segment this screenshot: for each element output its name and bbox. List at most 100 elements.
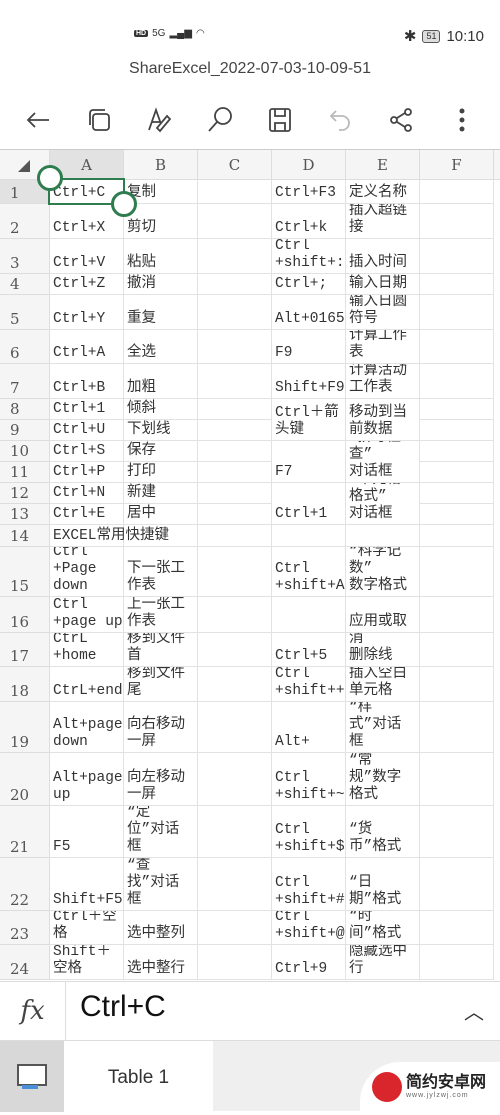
cell-d3[interactable]: Ctrl +shift+: — [272, 239, 346, 274]
cell-e7[interactable]: 计算活动 工作表 — [346, 364, 420, 399]
cell-f12[interactable] — [420, 483, 494, 504]
cell-b20[interactable]: 向左移动 一屏 — [124, 753, 198, 806]
undo-icon[interactable] — [321, 100, 361, 140]
row-header-21[interactable]: 21 — [0, 806, 50, 858]
cell-c16[interactable] — [198, 597, 272, 633]
cell-a6[interactable]: Ctrl+A — [50, 330, 124, 364]
row-header-10[interactable]: 10 — [0, 441, 50, 462]
cell-c23[interactable] — [198, 911, 272, 945]
cell-e15[interactable]: “科学记 数” 数字格式 — [346, 547, 420, 597]
cell-e4[interactable]: 输入日期 — [346, 274, 420, 295]
cell-a18[interactable]: CtrL+end — [50, 667, 124, 702]
formula-input[interactable]: Ctrl+C — [80, 990, 166, 1024]
cell-e12[interactable]: “单元格 格式” 对话框 — [346, 483, 420, 525]
row-header-9[interactable]: 9 — [0, 420, 50, 441]
cell-f22[interactable] — [420, 858, 494, 911]
cell-c11[interactable] — [198, 462, 272, 483]
cell-a5[interactable]: Ctrl+Y — [50, 295, 124, 330]
cell-b17[interactable]: 移到文件 首 — [124, 633, 198, 667]
cell-d12[interactable]: Ctrl+1 — [272, 483, 346, 525]
cell-c10[interactable] — [198, 441, 272, 462]
cell-b15[interactable]: 下一张工 作表 — [124, 547, 198, 597]
cell-f17[interactable] — [420, 633, 494, 667]
cell-e23[interactable]: “时 间”格式 — [346, 911, 420, 945]
cell-c8[interactable] — [198, 399, 272, 420]
chevron-up-icon[interactable]: ︿ — [464, 996, 484, 1025]
cell-f3[interactable] — [420, 239, 494, 274]
sheet-list-icon[interactable] — [0, 1041, 64, 1112]
row-header-3[interactable]: 3 — [0, 239, 50, 274]
column-header-e[interactable]: E — [346, 150, 420, 180]
cell-b4[interactable]: 撤消 — [124, 274, 198, 295]
edit-icon[interactable] — [139, 100, 179, 140]
row-header-13[interactable]: 13 — [0, 504, 50, 525]
cell-e1[interactable]: 定义名称 — [346, 180, 420, 204]
column-header-b[interactable]: B — [124, 150, 198, 180]
cell-b21[interactable]: “定 位”对话 框 — [124, 806, 198, 858]
fx-icon[interactable]: fx — [0, 982, 66, 1040]
cell-a4[interactable]: Ctrl+Z — [50, 274, 124, 295]
copy-icon[interactable] — [79, 100, 119, 140]
selection-handle-end[interactable] — [111, 191, 137, 217]
cell-b5[interactable]: 重复 — [124, 295, 198, 330]
cell-e16[interactable]: 应用或取 — [346, 597, 420, 633]
cell-d4[interactable]: Ctrl+; — [272, 274, 346, 295]
selection-handle-start[interactable] — [37, 165, 63, 191]
cell-d16[interactable] — [272, 597, 346, 633]
cell-f19[interactable] — [420, 702, 494, 753]
cell-b9[interactable]: 下划线 — [124, 420, 198, 441]
cell-f5[interactable] — [420, 295, 494, 330]
cell-a17[interactable]: CtrL +home — [50, 633, 124, 667]
row-header-18[interactable]: 18 — [0, 667, 50, 702]
row-header-8[interactable]: 8 — [0, 399, 50, 420]
cell-a15[interactable]: Ctrl +Page down — [50, 547, 124, 597]
row-header-16[interactable]: 16 — [0, 597, 50, 633]
cell-b22[interactable]: “查 找”对话 框 — [124, 858, 198, 911]
cell-e2[interactable]: 插入超链 接 — [346, 204, 420, 239]
cell-b13[interactable]: 居中 — [124, 504, 198, 525]
row-header-14[interactable]: 14 — [0, 525, 50, 547]
row-header-7[interactable]: 7 — [0, 364, 50, 399]
cell-a13[interactable]: Ctrl+E — [50, 504, 124, 525]
cell-d6[interactable]: F9 — [272, 330, 346, 364]
row-header-23[interactable]: 23 — [0, 911, 50, 945]
cell-d21[interactable]: Ctrl +shift+$ — [272, 806, 346, 858]
cell-e21[interactable]: “货 币”格式 — [346, 806, 420, 858]
share-icon[interactable] — [381, 100, 421, 140]
cell-e3[interactable]: 插入时间 — [346, 239, 420, 274]
cell-e17[interactable]: 消 删除线 — [346, 633, 420, 667]
cell-e10[interactable]: “拼写检 查” 对话框 — [346, 441, 420, 483]
cell-c9[interactable] — [198, 420, 272, 441]
row-header-12[interactable]: 12 — [0, 483, 50, 504]
cell-b18[interactable]: 移到文件 尾 — [124, 667, 198, 702]
row-header-17[interactable]: 17 — [0, 633, 50, 667]
cell-a3[interactable]: Ctrl+V — [50, 239, 124, 274]
cell-a21[interactable]: F5 — [50, 806, 124, 858]
row-header-6[interactable]: 6 — [0, 330, 50, 364]
cell-a23[interactable]: Ctrl＋空 格 — [50, 911, 124, 945]
cell-b10[interactable]: 保存 — [124, 441, 198, 462]
cell-d23[interactable]: Ctrl +shift+@ — [272, 911, 346, 945]
cell-d2[interactable]: Ctrl+k — [272, 204, 346, 239]
spreadsheet-grid[interactable]: A B C D E F 1 Ctrl+C 复制 Ctrl+F3 定义名称 2 Ctrl+X 剪切 Ctrl+… — [0, 149, 500, 981]
cell-f10[interactable] — [420, 441, 494, 462]
cell-f2[interactable] — [420, 204, 494, 239]
cell-c13[interactable] — [198, 504, 272, 525]
cell-a11[interactable]: Ctrl+P — [50, 462, 124, 483]
cell-c15[interactable] — [198, 547, 272, 597]
cell-f24[interactable] — [420, 945, 494, 980]
cell-d22[interactable]: Ctrl +shift+# — [272, 858, 346, 911]
cell-e8[interactable]: 移动到当 前数据 — [346, 399, 420, 441]
cell-b6[interactable]: 全选 — [124, 330, 198, 364]
cell-c5[interactable] — [198, 295, 272, 330]
tab-table-1[interactable]: Table 1 — [64, 1041, 213, 1112]
more-icon[interactable] — [442, 100, 482, 140]
cell-e6[interactable]: 计算工作 表 — [346, 330, 420, 364]
cell-b11[interactable]: 打印 — [124, 462, 198, 483]
cell-c2[interactable] — [198, 204, 272, 239]
cell-b12[interactable]: 新建 — [124, 483, 198, 504]
cell-b24[interactable]: 选中整行 — [124, 945, 198, 980]
cell-d8[interactable]: Ctrl＋箭 头键 — [272, 399, 346, 441]
cell-e20[interactable]: “常 规”数字 格式 — [346, 753, 420, 806]
cell-f1[interactable] — [420, 180, 494, 204]
